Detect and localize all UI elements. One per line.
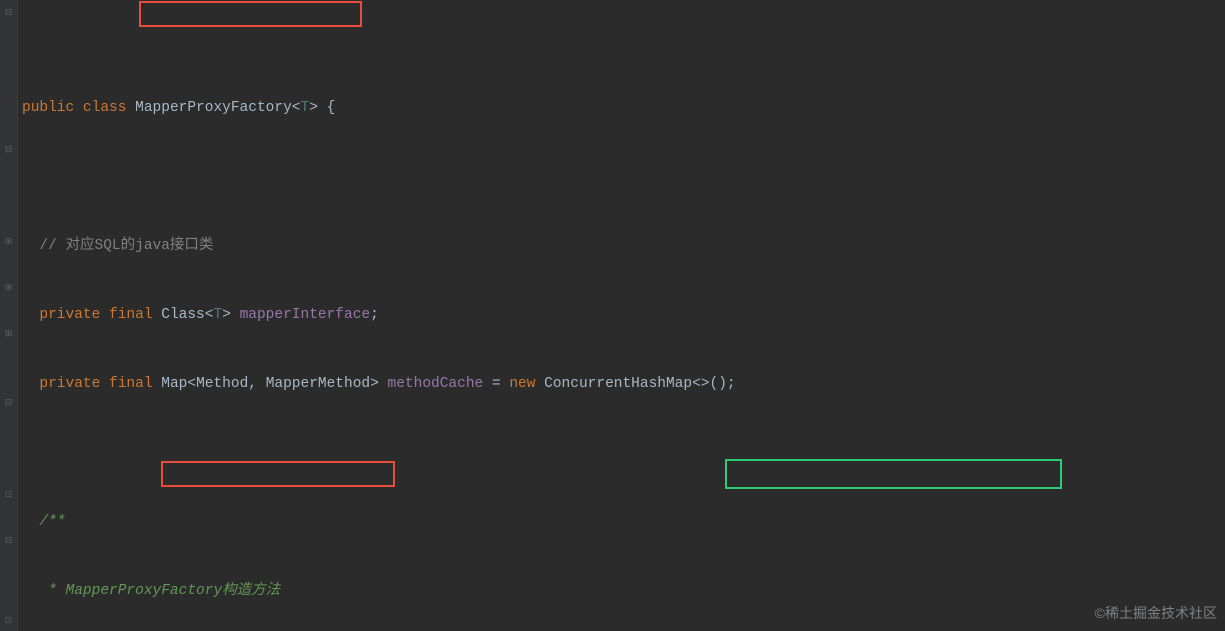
fold-icon[interactable]: ⊡ (4, 617, 13, 626)
watermark: ©稀土掘金技术社区 (1095, 602, 1217, 625)
gutter[interactable]: ⊟ ⊟ ⊞ ⊞ ⊞ ⊟ ⊡ ⊟ ⊡ (0, 0, 18, 631)
fold-icon[interactable]: ⊟ (4, 399, 13, 408)
fold-icon[interactable]: ⊞ (4, 238, 13, 247)
fold-icon[interactable]: ⊟ (4, 146, 13, 155)
highlight-box-proxy-call (161, 461, 395, 487)
code-line: public class MapperProxyFactory<T> { (22, 97, 1225, 120)
fold-icon[interactable]: ⊞ (4, 284, 13, 293)
code-line: private final Class<T> mapperInterface; (22, 304, 1225, 327)
fold-icon[interactable]: ⊡ (4, 491, 13, 500)
code-line: private final Map<Method, MapperMethod> … (22, 373, 1225, 396)
code-area[interactable]: public class MapperProxyFactory<T> { // … (18, 0, 1225, 631)
javadoc-line: * MapperProxyFactory构造方法 (22, 580, 1225, 603)
highlight-box-class-name (139, 1, 362, 27)
fold-icon[interactable]: ⊞ (4, 330, 13, 339)
code-line: // 对应SQL的java接口类 (22, 235, 1225, 258)
javadoc-line: /** (22, 511, 1225, 534)
fold-icon[interactable]: ⊟ (4, 9, 13, 18)
fold-icon[interactable]: ⊟ (4, 537, 13, 546)
code-editor: ⊟ ⊟ ⊞ ⊞ ⊞ ⊟ ⊡ ⊟ ⊡ public class MapperPro… (0, 0, 1225, 631)
